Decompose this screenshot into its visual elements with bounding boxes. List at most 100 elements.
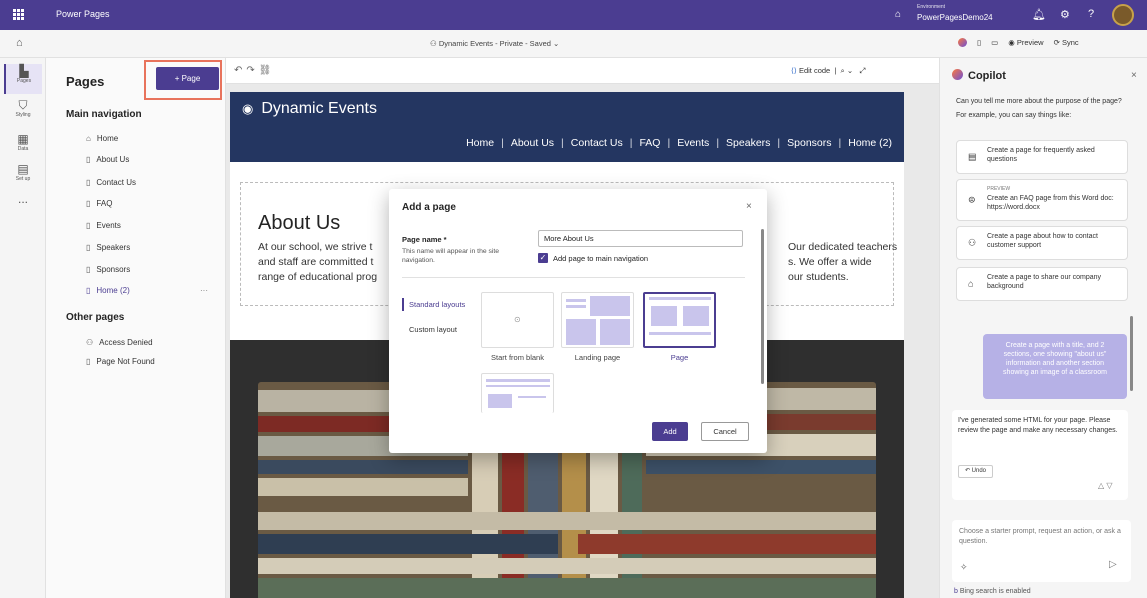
site-header: ◉ Dynamic Events Home | About Us | Contact … xyxy=(230,92,904,162)
page-name-hint: This name will appear in the site naviga… xyxy=(402,248,500,264)
app-name[interactable]: Power Pages xyxy=(56,9,110,19)
starter-prompt-word-doc[interactable]: ⊜ PREVIEW Create an FAQ page from this Wor… xyxy=(956,179,1128,221)
copilot-scrollbar[interactable] xyxy=(1130,316,1133,391)
page-item-access-denied[interactable]: ⚇ Access Denied xyxy=(86,338,153,347)
environment-name[interactable]: PowerPagesDemo24 xyxy=(917,13,993,22)
comment-icon[interactable]: ▭ xyxy=(991,38,998,47)
para-text-left: range of educational prog xyxy=(258,271,378,283)
page-item-home-2[interactable]: ▯ Home (2) xyxy=(86,286,130,295)
page-icon: ▯ xyxy=(86,265,91,274)
site-nav-home-2[interactable]: Home (2) xyxy=(848,137,892,149)
site-brand[interactable]: ◉ Dynamic Events xyxy=(242,100,377,118)
expand-icon[interactable]: ⤢ xyxy=(859,66,865,75)
rail-styling[interactable]: ⛉ Styling xyxy=(4,98,42,128)
vscode-icon: ⟨⟩ xyxy=(791,66,797,75)
page-item-faq[interactable]: ▯ FAQ xyxy=(86,199,112,208)
copilot-icon[interactable] xyxy=(958,38,967,47)
brand-logo-icon: ◉ xyxy=(242,101,254,116)
add-to-nav-checkbox[interactable]: ✓ Add page to main navigation xyxy=(538,253,648,263)
dialog-scrollbar[interactable] xyxy=(761,229,764,384)
home-icon[interactable]: ⌂ xyxy=(16,37,23,49)
site-nav-faq[interactable]: FAQ xyxy=(639,137,660,149)
app-launcher-icon[interactable] xyxy=(13,9,24,20)
layout-page-label: Page xyxy=(670,353,689,362)
undo-redo-icons[interactable]: ↶↷⛓ xyxy=(234,65,275,76)
other-pages-heading: Other pages xyxy=(66,312,125,323)
rail-data[interactable]: ▦ Data xyxy=(4,132,42,162)
tab-standard-layouts[interactable]: Standard layouts xyxy=(402,298,470,311)
page-icon: ▙ xyxy=(19,64,29,78)
zoom-icon[interactable]: ⌕ ⌄ xyxy=(841,66,854,75)
about-heading[interactable]: About Us xyxy=(258,212,340,235)
edit-code-label: Edit code xyxy=(798,66,831,75)
site-status[interactable]: ⚇ Dynamic Events - Private - Saved ⌄ xyxy=(430,39,559,48)
rail-setup[interactable]: ▤ Set up xyxy=(4,162,42,192)
page-item-label: Events xyxy=(96,221,121,230)
help-icon[interactable]: ? xyxy=(1088,8,1094,20)
page-item-contact[interactable]: ▯ Contact Us xyxy=(86,178,136,187)
close-icon[interactable]: × xyxy=(746,201,752,212)
page-icon: ▯ xyxy=(86,243,91,252)
thumb-block xyxy=(486,385,550,387)
close-icon[interactable]: × xyxy=(1131,70,1137,81)
site-nav-sponsors[interactable]: Sponsors xyxy=(787,137,831,149)
para-text-right: s. We offer a wide xyxy=(788,256,872,268)
site-nav-events[interactable]: Events xyxy=(677,137,709,149)
cancel-button[interactable]: Cancel xyxy=(701,422,749,441)
undo-button[interactable]: ↶ Undo xyxy=(958,465,993,478)
feedback-icons[interactable]: △ ▽ xyxy=(1098,481,1113,491)
rail-pages-label: Pages xyxy=(16,78,32,84)
page-item-not-found[interactable]: ▯ Page Not Found xyxy=(86,357,155,366)
site-nav-about[interactable]: About Us xyxy=(511,137,554,149)
page-more-icon[interactable]: ··· xyxy=(200,286,208,295)
page-name-input[interactable]: More About Us xyxy=(538,230,743,247)
edit-code-button[interactable]: ⟨⟩ Edit code | ⌕ ⌄ ⤢ xyxy=(791,66,865,76)
sync-button[interactable]: ⟳ Sync xyxy=(1054,38,1079,47)
page-item-about[interactable]: ▯ About Us xyxy=(86,155,129,164)
site-nav-contact[interactable]: Contact Us xyxy=(571,137,623,149)
preview-button[interactable]: ◉ Preview xyxy=(1008,38,1043,47)
input-placeholder: Choose a starter prompt, request an acti… xyxy=(959,528,1121,545)
add-page-dialog: Add a page × Page name * This name will … xyxy=(389,189,767,453)
rail-pages[interactable]: ▙ Pages xyxy=(4,64,42,94)
dialog-title: Add a page xyxy=(402,202,456,213)
site-nav-home[interactable]: Home xyxy=(466,137,494,149)
avatar[interactable] xyxy=(1112,4,1134,26)
sparkle-icon[interactable]: ✧ xyxy=(960,562,968,572)
page-item-home[interactable]: ⌂ Home xyxy=(86,134,118,143)
page-item-events[interactable]: ▯ Events xyxy=(86,221,121,230)
page-item-sponsors[interactable]: ▯ Sponsors xyxy=(86,265,130,274)
page-icon: ▯ xyxy=(86,155,91,164)
command-bar: ⌂ ⚇ Dynamic Events - Private - Saved ⌄ ▯… xyxy=(0,30,1147,58)
add-button[interactable]: Add xyxy=(652,422,688,441)
starter-prompt-background[interactable]: ⌂ Create a page to share our company back… xyxy=(956,267,1128,301)
thumb-block xyxy=(566,299,586,302)
bell-icon[interactable]: 🔔︎ xyxy=(1032,8,1046,21)
layout-more[interactable] xyxy=(481,373,554,413)
layout-page[interactable] xyxy=(643,292,716,348)
copilot-input[interactable]: Choose a starter prompt, request an acti… xyxy=(952,520,1131,582)
prompt-text: Create a page to share our company backg… xyxy=(987,274,1102,290)
para-text-right: our students. xyxy=(788,271,849,283)
add-page-button[interactable]: + Page xyxy=(156,67,219,90)
layout-landing[interactable] xyxy=(561,292,634,348)
thumb-block xyxy=(649,297,711,300)
site-nav-speakers[interactable]: Speakers xyxy=(726,137,770,149)
page-item-speakers[interactable]: ▯ Speakers xyxy=(86,243,130,252)
para-text-left: and staff are committed t xyxy=(258,256,374,268)
device-icon[interactable]: ▯ xyxy=(977,38,981,47)
environment-icon[interactable]: ⌂ xyxy=(895,9,901,20)
preview-badge: PREVIEW xyxy=(987,186,1011,192)
rail-more[interactable]: ... xyxy=(4,192,42,222)
rail-setup-label: Set up xyxy=(15,176,31,182)
environment-label: Environment xyxy=(917,4,946,10)
page-item-label: Sponsors xyxy=(96,265,131,274)
starter-prompt-support[interactable]: ⚇ Create a page about how to contact cust… xyxy=(956,226,1128,260)
site-brand-text: Dynamic Events xyxy=(261,100,377,117)
layout-blank[interactable]: ⊙ xyxy=(481,292,554,348)
nav-separator: | xyxy=(716,137,720,149)
send-icon[interactable]: ▷ xyxy=(1109,560,1117,570)
gear-icon[interactable]: ⚙ xyxy=(1060,8,1070,21)
tab-custom-layout[interactable]: Custom layout xyxy=(409,325,457,334)
starter-prompt-faq[interactable]: ▤ Create a page for frequently asked ques… xyxy=(956,140,1128,174)
